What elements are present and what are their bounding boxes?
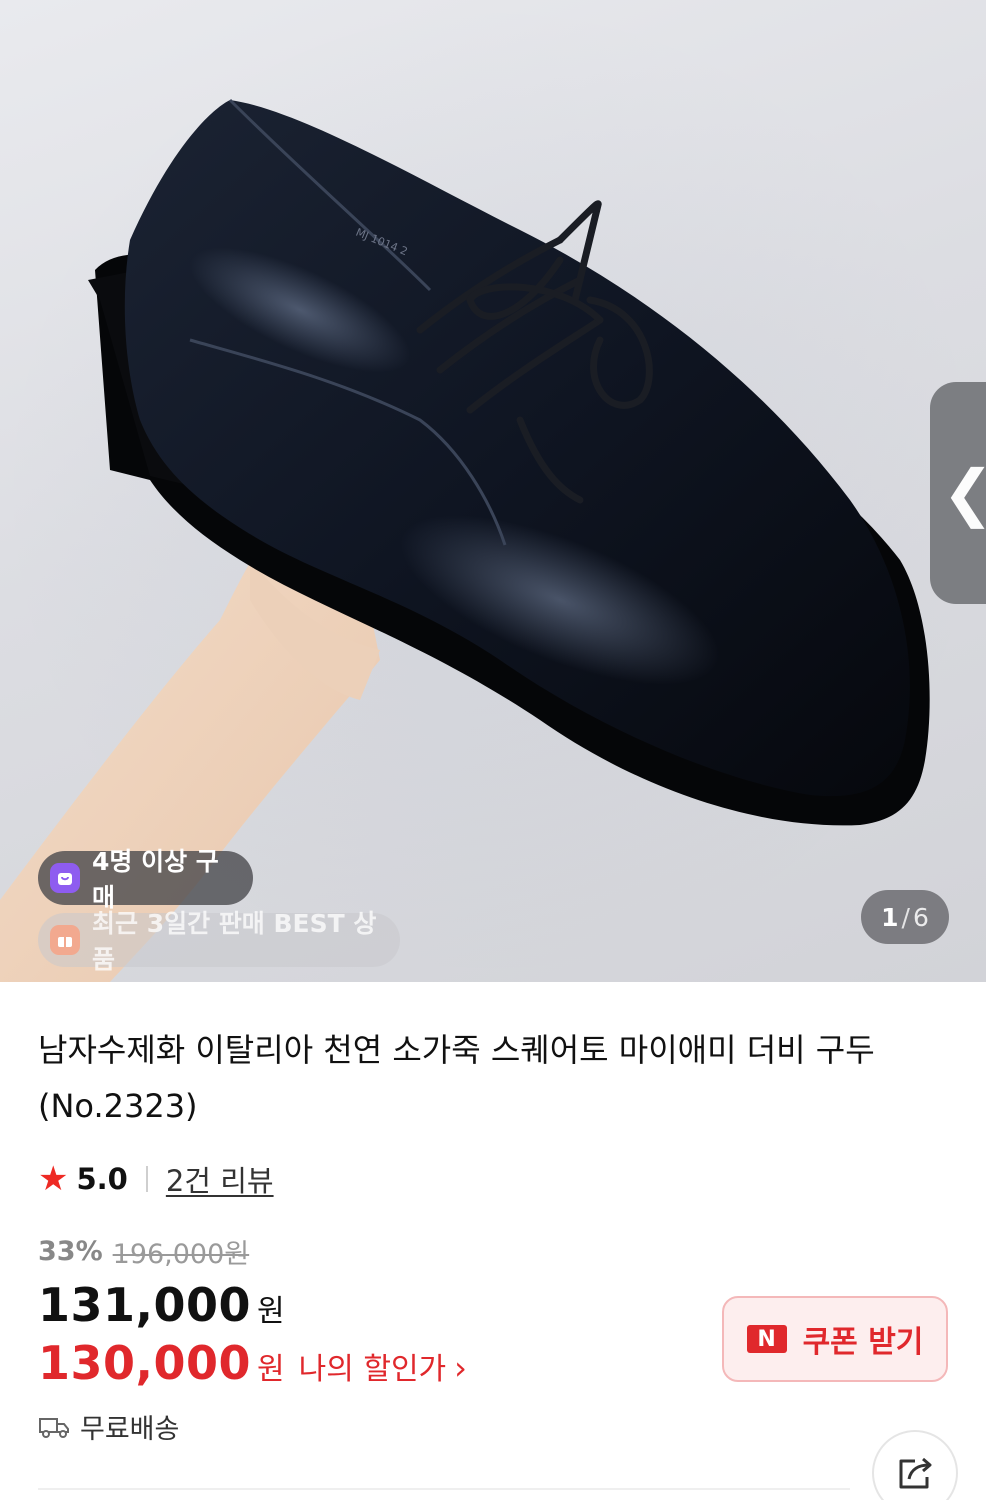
best-seller-text: 최근 3일간 판매 BEST 상품 [92,909,377,974]
get-coupon-button[interactable]: N 쿠폰 받기 [722,1296,948,1382]
chevron-right-icon: › [454,1349,467,1387]
image-pager: 1 / 6 [861,890,949,944]
discount-row: 33% 196,000원 [38,1232,249,1271]
original-price: 196,000원 [112,1239,250,1270]
my-discount-price: 130,000 [38,1336,252,1390]
my-discount-price-row[interactable]: 130,000 원 나의 할인가 › [38,1336,467,1390]
sale-price: 131,000 [38,1278,252,1332]
naver-n-icon: N [746,1325,787,1353]
product-title: 남자수제화 이탈리아 천연 소가죽 스퀘어토 마이애미 더비 구두 (No.23… [38,1031,875,1125]
sale-price-row: 131,000 원 [38,1278,285,1332]
rating-row: ★ 5.0 2건 리뷰 [38,1158,274,1200]
discount-percent: 33% [38,1236,103,1267]
review-count-link[interactable]: 2건 리뷰 [166,1158,274,1200]
section-divider [38,1488,850,1490]
rating-score: 5.0 [76,1162,128,1196]
shipping-info: 무료배송 [38,1407,179,1446]
gift-icon [50,925,80,955]
share-icon [899,1457,932,1489]
sale-price-unit: 원 [257,1294,285,1329]
share-button[interactable] [872,1430,958,1500]
buyers-count-badge: 4명 이상 구매 [38,847,253,912]
get-coupon-label: 쿠폰 받기 [802,1325,924,1360]
rating-divider [145,1166,148,1192]
shipping-text: 무료배송 [80,1414,180,1445]
gallery-side-handle[interactable]: ❮ [930,382,986,604]
best-seller-badge: 최근 3일간 판매 BEST 상품 [38,909,400,974]
my-discount-price-unit: 원 [257,1352,285,1387]
chevron-left-icon: ❮ [942,462,986,524]
truck-icon [39,1417,69,1438]
pager-current: 1 [881,902,899,932]
my-discount-price-link[interactable]: 나의 할인가 [299,1344,447,1388]
product-photo: MJ 1014 2 [0,0,986,982]
pager-total: 6 [912,902,929,932]
star-icon: ★ [38,1159,69,1199]
shopping-bag-icon [50,863,80,893]
product-image-gallery[interactable]: MJ 1014 2 ❮ 4명 이상 구매 최근 3일간 판매 BEST 상품 1… [0,0,986,982]
pager-separator: / [901,902,910,932]
